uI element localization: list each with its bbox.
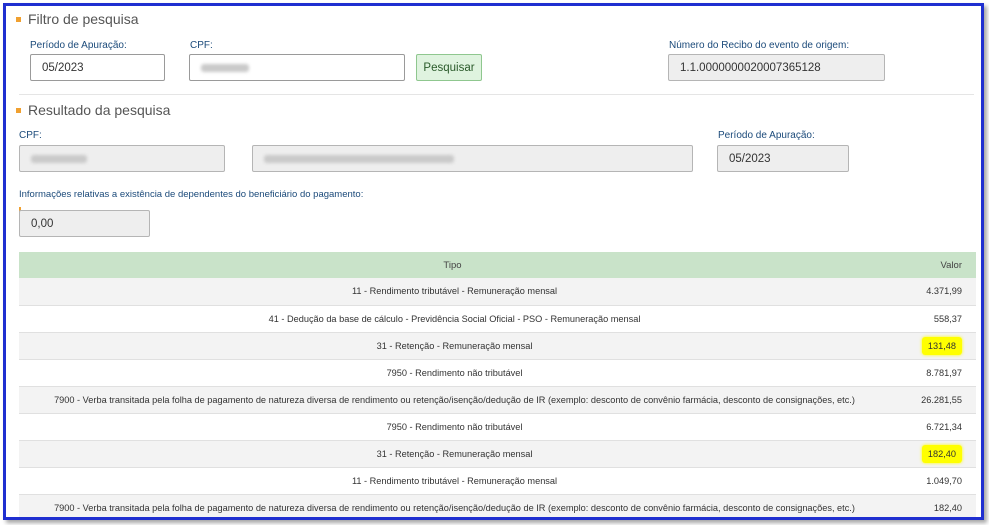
result-cpf-label: CPF: — [19, 130, 42, 141]
filter-cpf-label: CPF: — [190, 40, 213, 51]
result-section-title: Resultado da pesquisa — [16, 102, 170, 118]
row-tipo: 7900 - Verba transitada pela folha de pa… — [19, 386, 886, 414]
filter-periodo-input[interactable]: 05/2023 — [30, 54, 165, 81]
column-header-tipo: Tipo — [19, 252, 886, 278]
row-valor-cell: 182,40 — [886, 440, 976, 468]
row-valor: 26.281,55 — [921, 394, 962, 405]
section-bullet-icon — [16, 107, 21, 113]
section-divider — [19, 94, 974, 95]
result-periodo-label: Período de Apuração: — [718, 130, 815, 141]
table-row: 7950 - Rendimento não tributável 8.781,97 — [19, 359, 976, 387]
row-valor-cell: 558,37 — [886, 305, 976, 333]
filter-cpf-input[interactable] — [189, 54, 405, 81]
dependentes-label: Informações relativas a existência de de… — [19, 189, 364, 200]
row-tipo: 41 - Dedução da base de cálculo - Previd… — [19, 305, 886, 333]
redacted-cpf — [31, 154, 87, 163]
table-body: 11 - Rendimento tributável - Remuneração… — [19, 278, 976, 517]
table-row: 11 - Rendimento tributável - Remuneração… — [19, 467, 976, 495]
row-tipo: 11 - Rendimento tributável - Remuneração… — [19, 278, 886, 306]
filter-recibo-field: 1.1.0000000020007365128 — [668, 54, 885, 81]
row-tipo: 31 - Retenção - Remuneração mensal — [19, 332, 886, 360]
row-valor: 182,40 — [921, 444, 962, 463]
table-row: 11 - Rendimento tributável - Remuneração… — [19, 278, 976, 306]
row-valor-cell: 182,40 — [886, 494, 976, 517]
row-valor: 8.781,97 — [926, 367, 962, 378]
result-name-field — [252, 145, 693, 172]
table-row: 31 - Retenção - Remuneração mensal 131,48 — [19, 332, 976, 360]
result-periodo-field: 05/2023 — [717, 145, 849, 172]
table-row: 7950 - Rendimento não tributável 6.721,34 — [19, 413, 976, 441]
row-tipo: 7950 - Rendimento não tributável — [19, 413, 886, 441]
filter-periodo-label: Período de Apuração: — [30, 40, 127, 51]
row-valor-cell: 26.281,55 — [886, 386, 976, 414]
column-header-valor: Valor — [886, 252, 976, 278]
search-button[interactable]: Pesquisar — [416, 54, 482, 81]
results-table: Tipo Valor 11 - Rendimento tributável - … — [19, 252, 976, 517]
page-frame: Filtro de pesquisa Período de Apuração: … — [3, 3, 984, 520]
table-row: 7900 - Verba transitada pela folha de pa… — [19, 386, 976, 414]
filter-section-title: Filtro de pesquisa — [16, 11, 139, 27]
row-valor: 131,48 — [921, 336, 962, 355]
redacted-name — [264, 154, 454, 163]
row-tipo: 7900 - Verba transitada pela folha de pa… — [19, 494, 886, 517]
section-bullet-icon — [16, 16, 21, 22]
row-tipo: 7950 - Rendimento não tributável — [19, 359, 886, 387]
row-valor-cell: 4.371,99 — [886, 278, 976, 306]
row-valor-cell: 8.781,97 — [886, 359, 976, 387]
table-row: 7900 - Verba transitada pela folha de pa… — [19, 494, 976, 517]
row-valor-cell: 1.049,70 — [886, 467, 976, 495]
redacted-cpf — [201, 63, 249, 72]
row-tipo: 11 - Rendimento tributável - Remuneração… — [19, 467, 886, 495]
row-tipo: 31 - Retenção - Remuneração mensal — [19, 440, 886, 468]
dependentes-field: 0,00 — [19, 210, 150, 237]
table-row: 41 - Dedução da base de cálculo - Previd… — [19, 305, 976, 333]
row-valor: 6.721,34 — [926, 421, 962, 432]
row-valor: 182,40 — [933, 502, 962, 513]
filter-recibo-label: Número do Recibo do evento de origem: — [669, 40, 850, 51]
row-valor-cell: 6.721,34 — [886, 413, 976, 441]
row-valor: 1.049,70 — [926, 475, 962, 486]
result-cpf-field — [19, 145, 225, 172]
table-row: 31 - Retenção - Remuneração mensal 182,40 — [19, 440, 976, 468]
row-valor: 4.371,99 — [926, 286, 962, 297]
row-valor-cell: 131,48 — [886, 332, 976, 360]
table-header-row: Tipo Valor — [19, 252, 976, 278]
row-valor: 558,37 — [933, 313, 962, 324]
